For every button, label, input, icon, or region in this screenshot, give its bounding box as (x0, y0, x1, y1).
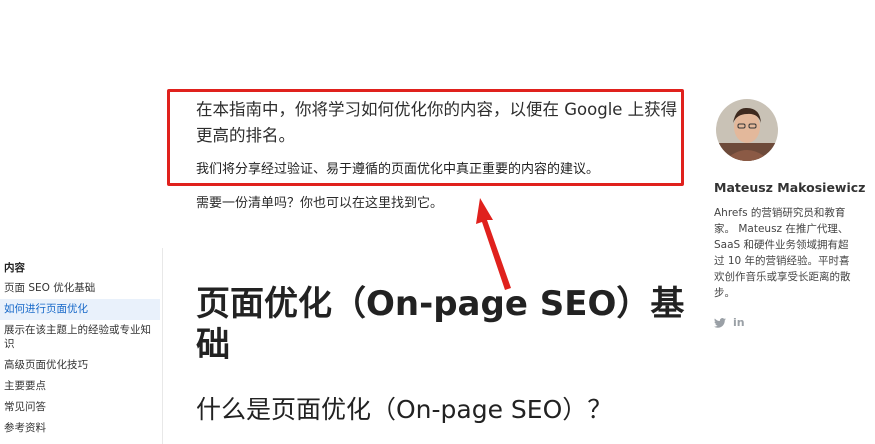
checklist-link-text[interactable]: 需要一份清单吗？你也可以在这里找到它。 (196, 194, 443, 214)
author-bio: Ahrefs 的营销研究员和教育家。 Mateusz 在推广代理、SaaS 和硬… (714, 207, 851, 299)
author-avatar (716, 99, 778, 161)
page-title: 页面优化（On-page SEO）基础 (196, 284, 685, 365)
toc-item-references[interactable]: 参考资料 (0, 418, 160, 439)
table-of-contents: 内容 页面 SEO 优化基础 如何进行页面优化 展示在该主题上的经验或专业知识 … (0, 258, 160, 439)
toc-item-how-to[interactable]: 如何进行页面优化 (0, 299, 160, 320)
intro-sub-paragraph: 我们将分享经过验证、易于遵循的页面优化中真正重要的内容的建议。 (196, 162, 600, 177)
twitter-icon[interactable] (714, 317, 726, 328)
toc-title: 内容 (4, 262, 25, 274)
toc-item-basics[interactable]: 页面 SEO 优化基础 (0, 278, 160, 299)
author-name[interactable]: Mateusz Makosiewicz (714, 179, 865, 197)
toc-item-advanced[interactable]: 高级页面优化技巧 (0, 355, 160, 376)
section-heading: 什么是页面优化（On-page SEO）？ (196, 395, 613, 424)
intro-paragraph: 在本指南中，你将学习如何优化你的内容，以便在 Google 上获得更高的排名。 (196, 100, 678, 145)
toc-item-faq[interactable]: 常见问答 (0, 397, 160, 418)
annotation-arrow-icon (476, 198, 511, 290)
toc-divider (162, 248, 163, 444)
author-social-links: in (714, 316, 745, 329)
toc-item-expertise[interactable]: 展示在该主题上的经验或专业知识 (0, 320, 160, 355)
toc-item-key-takeaways[interactable]: 主要要点 (0, 376, 160, 397)
linkedin-icon[interactable]: in (733, 316, 745, 329)
